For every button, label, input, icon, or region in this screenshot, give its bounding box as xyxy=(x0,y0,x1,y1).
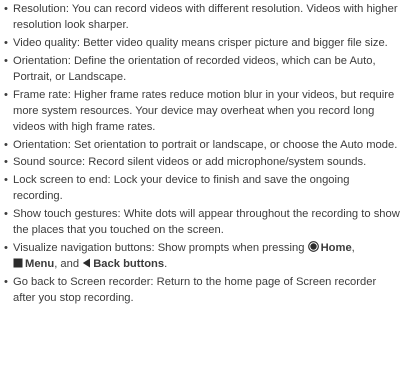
nav-prefix-text: Visualize navigation buttons: Show promp… xyxy=(13,241,305,254)
and-text: , and xyxy=(54,258,80,271)
list-item-sound-source: Sound source: Record silent videos or ad… xyxy=(4,154,401,170)
list-item-navigation-buttons: Visualize navigation buttons: Show promp… xyxy=(4,240,401,272)
home-circle-icon xyxy=(307,240,319,252)
back-button-ref: Back buttons xyxy=(82,258,164,270)
list-item-go-back: Go back to Screen recorder: Return to th… xyxy=(4,274,401,306)
list-item-frame-rate: Frame rate: Higher frame rates reduce mo… xyxy=(4,87,401,136)
period-text: . xyxy=(164,258,168,271)
list-item-orientation-recorded: Orientation: Define the orientation of r… xyxy=(4,53,401,85)
back-triangle-icon xyxy=(83,258,91,268)
menu-square-icon xyxy=(13,258,23,268)
list-item-touch-gestures: Show touch gestures: White dots will app… xyxy=(4,206,401,238)
list-item-video-quality: Video quality: Better video quality mean… xyxy=(4,35,401,51)
list-item-lock-screen: Lock screen to end: Lock your device to … xyxy=(4,172,401,204)
feature-list: Resolution: You can record videos with d… xyxy=(4,1,401,306)
menu-label: Menu xyxy=(25,258,55,271)
home-button-ref: Home xyxy=(307,240,352,254)
comma-text: , xyxy=(351,241,355,254)
back-label: Back buttons xyxy=(93,258,165,271)
menu-button-ref: Menu xyxy=(13,258,54,270)
list-item-orientation-mode: Orientation: Set orientation to portrait… xyxy=(4,137,401,153)
home-label: Home xyxy=(320,241,352,254)
document: Resolution: You can record videos with d… xyxy=(0,0,407,306)
list-item-resolution: Resolution: You can record videos with d… xyxy=(4,1,401,33)
